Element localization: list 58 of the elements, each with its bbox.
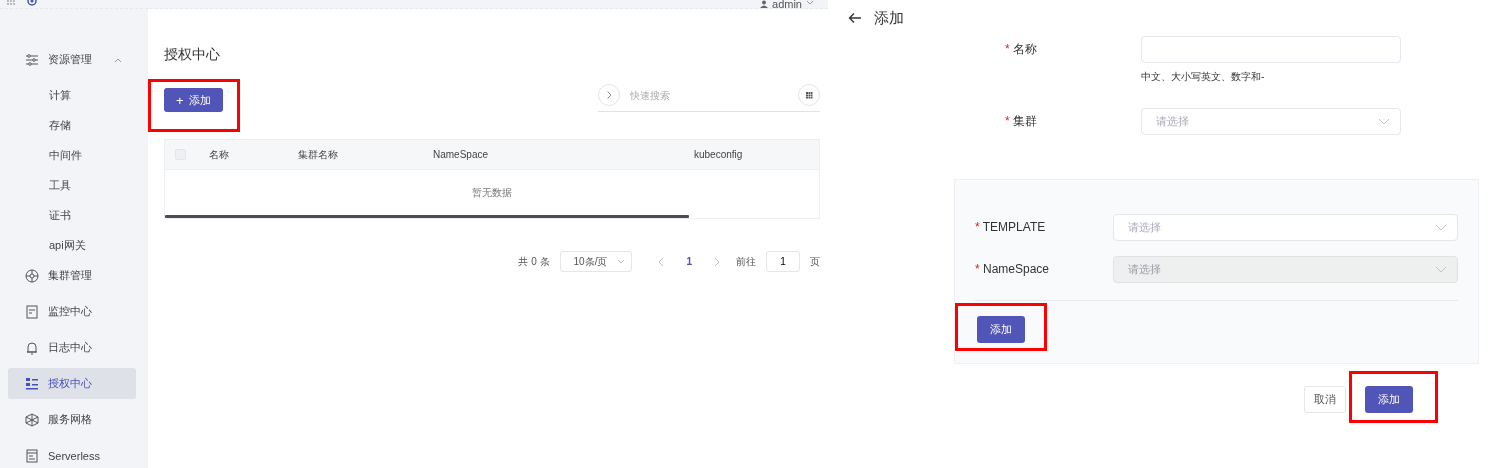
sidebar-item[interactable]: 日志中心 <box>8 332 136 363</box>
sidebar-item[interactable]: 集群管理 <box>8 260 136 291</box>
sidebar-item[interactable]: 计算 <box>8 80 148 110</box>
sidebar-item[interactable]: 中间件 <box>8 140 148 170</box>
user-name[interactable]: admin <box>772 0 802 8</box>
chevron-right-icon <box>598 84 620 106</box>
page-unit: 页 <box>810 254 820 269</box>
text-field[interactable] <box>1141 36 1401 63</box>
column-header: 集群名称 <box>298 147 339 162</box>
page-number[interactable]: 1 <box>686 256 692 267</box>
user-icon <box>760 0 769 8</box>
column-header: NameSpace <box>433 149 490 160</box>
chevron-left-icon <box>658 256 665 267</box>
grid-icon <box>7 0 15 8</box>
wheel-icon <box>25 268 39 283</box>
add-button[interactable]: 添加 <box>977 316 1025 343</box>
add-button[interactable]: + 添加 <box>164 88 223 112</box>
caret-icon <box>1435 266 1447 273</box>
caret-icon <box>1378 118 1390 125</box>
grid-icon <box>798 84 820 106</box>
form-title: 添加 <box>874 8 904 28</box>
chevron-right-icon <box>714 256 720 267</box>
sidebar-item[interactable]: 工具 <box>8 170 148 200</box>
caret-icon <box>617 258 626 265</box>
sidebar-item[interactable]: 服务网格 <box>8 404 136 435</box>
sidebar-item[interactable]: api网关 <box>8 230 148 260</box>
sidebar-item[interactable]: 授权中心 <box>8 368 136 399</box>
field-label: * TEMPLATE <box>975 219 1047 236</box>
field-label: * 集群 <box>1005 113 1038 130</box>
column-header: kubeconfig <box>694 149 743 160</box>
bell-icon <box>25 340 39 355</box>
sliders-icon <box>25 52 39 67</box>
sidebar-item[interactable]: Serverless <box>8 440 136 468</box>
goto-label: 前往 <box>736 254 756 269</box>
field-label: * 名称 <box>1005 41 1038 58</box>
scrollbar[interactable] <box>165 215 689 218</box>
sidebar-item[interactable]: 资源管理 <box>8 44 136 75</box>
sidebar-item[interactable]: 监控中心 <box>8 296 136 327</box>
empty-message: 暂无数据 <box>472 185 512 200</box>
page-size-select[interactable]: 10条/页 <box>559 251 633 272</box>
sidebar-item[interactable]: 证书 <box>8 200 148 230</box>
back-arrow-icon <box>848 12 862 24</box>
field-hint: 中文、大小写英文、数字和- <box>1141 70 1266 84</box>
cancel-button[interactable]: 取消 <box>1304 386 1346 413</box>
caret-icon <box>806 0 814 6</box>
list-icon <box>25 376 39 391</box>
total-count: 共 0 条 <box>518 254 550 269</box>
document-icon <box>25 304 39 319</box>
add-button[interactable]: 添加 <box>1365 386 1413 413</box>
field-label: * NameSpace <box>975 261 1051 278</box>
document-icon <box>25 448 39 463</box>
hexagon-icon <box>25 412 39 427</box>
column-header: 名称 <box>209 147 230 162</box>
chevron-icon <box>114 56 122 63</box>
page-title: 授权中心 <box>164 46 221 64</box>
caret-icon <box>1435 224 1447 231</box>
page-input[interactable]: 1 <box>766 251 800 272</box>
sidebar-item[interactable]: 存储 <box>8 110 148 140</box>
